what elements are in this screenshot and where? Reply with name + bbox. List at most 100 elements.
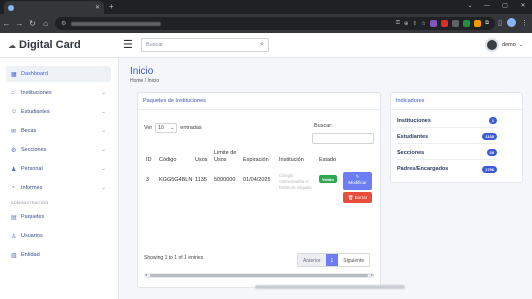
sidebar-section-heading: ADMINISTRACIÓN (11, 200, 49, 205)
students-icon: ☺ (11, 109, 18, 115)
sidebar-item-dashboard[interactable]: ▦ Dashboard (6, 66, 111, 82)
new-tab-icon[interactable]: + (109, 2, 114, 12)
column-header-id[interactable]: ID (146, 157, 152, 164)
hamburger-menu-icon[interactable]: ☰ (123, 40, 133, 51)
password-key-icon[interactable]: ⚿ (396, 20, 400, 27)
sidebar-item-estudiantes[interactable]: ☺ Estudiantes ⌄ (6, 104, 111, 120)
pager-page-current[interactable]: 1 (325, 254, 339, 266)
length-prefix: Ver (144, 125, 153, 131)
home-icon[interactable]: ⌂ (39, 19, 52, 28)
users-icon: ♙ (11, 233, 17, 240)
cell-expiration: 01/04/2025 (243, 177, 271, 183)
sidebar-item-personal[interactable]: ♟ Personal ⌄ (6, 161, 111, 177)
cell-limit: 5000000 (214, 177, 236, 183)
package-icon: ▤ (11, 214, 17, 221)
search-icon[interactable]: ⌕ (260, 41, 264, 49)
extensions-puzzle-icon[interactable]: ⧉ (485, 20, 489, 27)
indicator-value-badge: 1135 (482, 133, 497, 140)
cell-id: 3 (146, 177, 150, 183)
extension-icon[interactable] (463, 20, 471, 27)
table-horizontal-scrollbar[interactable]: ◂ ▸ (144, 272, 374, 278)
bookmark-star-icon[interactable]: ☆ (421, 21, 426, 27)
indicator-value-badge: 1 (488, 117, 497, 124)
zoom-icon[interactable]: ⊕ (404, 21, 409, 27)
pager-previous[interactable]: Anterior (298, 254, 326, 266)
close-tab-icon[interactable]: ✕ (95, 4, 100, 11)
extension-icon[interactable] (430, 20, 438, 27)
url-blurred (71, 21, 162, 26)
sidebar-item-label: Informes (21, 185, 43, 191)
brand[interactable]: ☁ Digital Card (8, 39, 81, 51)
sidebar-item-paquetes[interactable]: ▤ Paquetes (6, 209, 111, 225)
edit-button[interactable]: ✎ Modificar (343, 172, 372, 190)
browser-toolbar: ← → ↻ ⌂ ⚙ ⚿ ⊕ ⇪ ☆ ⧉ ▯ ⋮ (0, 14, 532, 33)
site-info-icon[interactable]: ⚙ (61, 20, 66, 27)
scholarship-icon: ✉ (11, 128, 17, 135)
extension-icon[interactable] (474, 20, 482, 27)
chevron-down-icon: ⌄ (101, 185, 106, 191)
chevron-down-icon: ⌄ (101, 147, 106, 153)
profile-avatar[interactable] (507, 18, 516, 27)
table-info: Showing 1 to 1 of 1 entries (144, 255, 204, 261)
page-title: Inicio (130, 66, 154, 77)
edit-button-label: Modificar (348, 180, 367, 185)
scrollbar-thumb[interactable] (150, 274, 368, 277)
column-header-status[interactable]: Estado (319, 157, 336, 164)
forward-icon[interactable]: → (13, 19, 26, 28)
scroll-right-icon[interactable]: ▸ (371, 272, 373, 277)
sidebar-item-label: Dashboard (21, 71, 48, 77)
extension-icon[interactable] (441, 20, 449, 27)
indicator-label: Estudiantes (397, 133, 429, 140)
indicators-card-title: Indicadores (391, 93, 522, 110)
address-bar[interactable]: ⚙ ⚿ ⊕ ⇪ ☆ ⧉ (55, 17, 495, 30)
back-icon[interactable]: ← (0, 19, 13, 28)
scroll-left-icon[interactable]: ◂ (145, 272, 147, 277)
column-header-expiration[interactable]: Expiración (243, 157, 269, 164)
breadcrumb-home[interactable]: Home (130, 78, 143, 84)
indicator-row: Estudiantes 1135 (397, 130, 497, 144)
column-header-uses[interactable]: Usos (195, 157, 208, 164)
sidebar-item-label: Estudiantes (21, 109, 50, 115)
sidebar-item-entidad[interactable]: ▥ Entidad (6, 247, 111, 263)
sidebar-item-usuarios[interactable]: ♙ Usuarios (6, 228, 111, 244)
indicator-value-badge: 39 (486, 149, 497, 156)
chevron-down-icon: ⌄ (101, 109, 106, 115)
share-icon[interactable]: ⇪ (413, 21, 418, 27)
menu-kebab-icon[interactable]: ⋮ (521, 19, 528, 27)
sidebar: ▦ Dashboard ⌂ Instituciones ⌄ ☺ Estudian… (0, 58, 119, 299)
chevron-down-icon: ⌄ (101, 166, 106, 172)
sidebar-item-instituciones[interactable]: ⌂ Instituciones ⌄ (6, 85, 111, 101)
sidepanel-icon[interactable]: ▯ (498, 19, 502, 27)
avatar (485, 38, 500, 52)
sidebar-item-label: Instituciones (21, 90, 52, 96)
reload-icon[interactable]: ↻ (26, 19, 39, 28)
delete-button[interactable]: 🗑 Borrar (343, 192, 372, 203)
user-menu[interactable]: demo ⌄ (485, 38, 523, 52)
close-window-icon[interactable]: ✕ (514, 0, 532, 12)
indicator-row: Instituciones 1 (397, 114, 497, 128)
delete-button-label: Borrar (354, 195, 368, 200)
sidebar-item-label: Entidad (21, 252, 40, 258)
person-icon: ♟ (11, 166, 17, 173)
pager-next[interactable]: Siguiente (338, 254, 370, 266)
sidebar-item-label: Paquetes (21, 214, 45, 220)
maximize-icon[interactable]: ▢ (496, 0, 514, 12)
filter-input[interactable] (312, 133, 374, 144)
sidebar-item-secciones[interactable]: ⚙ Secciones ⌄ (6, 142, 111, 158)
column-header-limit[interactable]: Limite de Usos (214, 150, 240, 164)
indicator-row: Padres/Encargados 1796 (397, 162, 497, 176)
breadcrumb-separator: / (144, 78, 147, 84)
column-header-institution[interactable]: Institución (279, 157, 304, 164)
sidebar-item-informes[interactable]: ◔ Informes ⌄ (6, 180, 111, 196)
pagination: Anterior 1 Siguiente (297, 253, 371, 267)
extension-icon[interactable] (452, 20, 460, 27)
sections-icon: ⚙ (11, 147, 17, 154)
cell-uses: 1135 (195, 177, 207, 183)
tab-search-icon[interactable]: ⌄ (462, 0, 478, 12)
minimize-icon[interactable]: — (478, 0, 496, 12)
search-input[interactable]: Buscar ⌕ (141, 38, 269, 52)
browser-tab[interactable]: ✕ (4, 1, 104, 14)
sidebar-item-becas[interactable]: ✉ Becas ⌄ (6, 123, 111, 139)
entries-select[interactable]: 10 ⌄ (155, 123, 178, 133)
column-header-code[interactable]: Código (159, 157, 176, 164)
